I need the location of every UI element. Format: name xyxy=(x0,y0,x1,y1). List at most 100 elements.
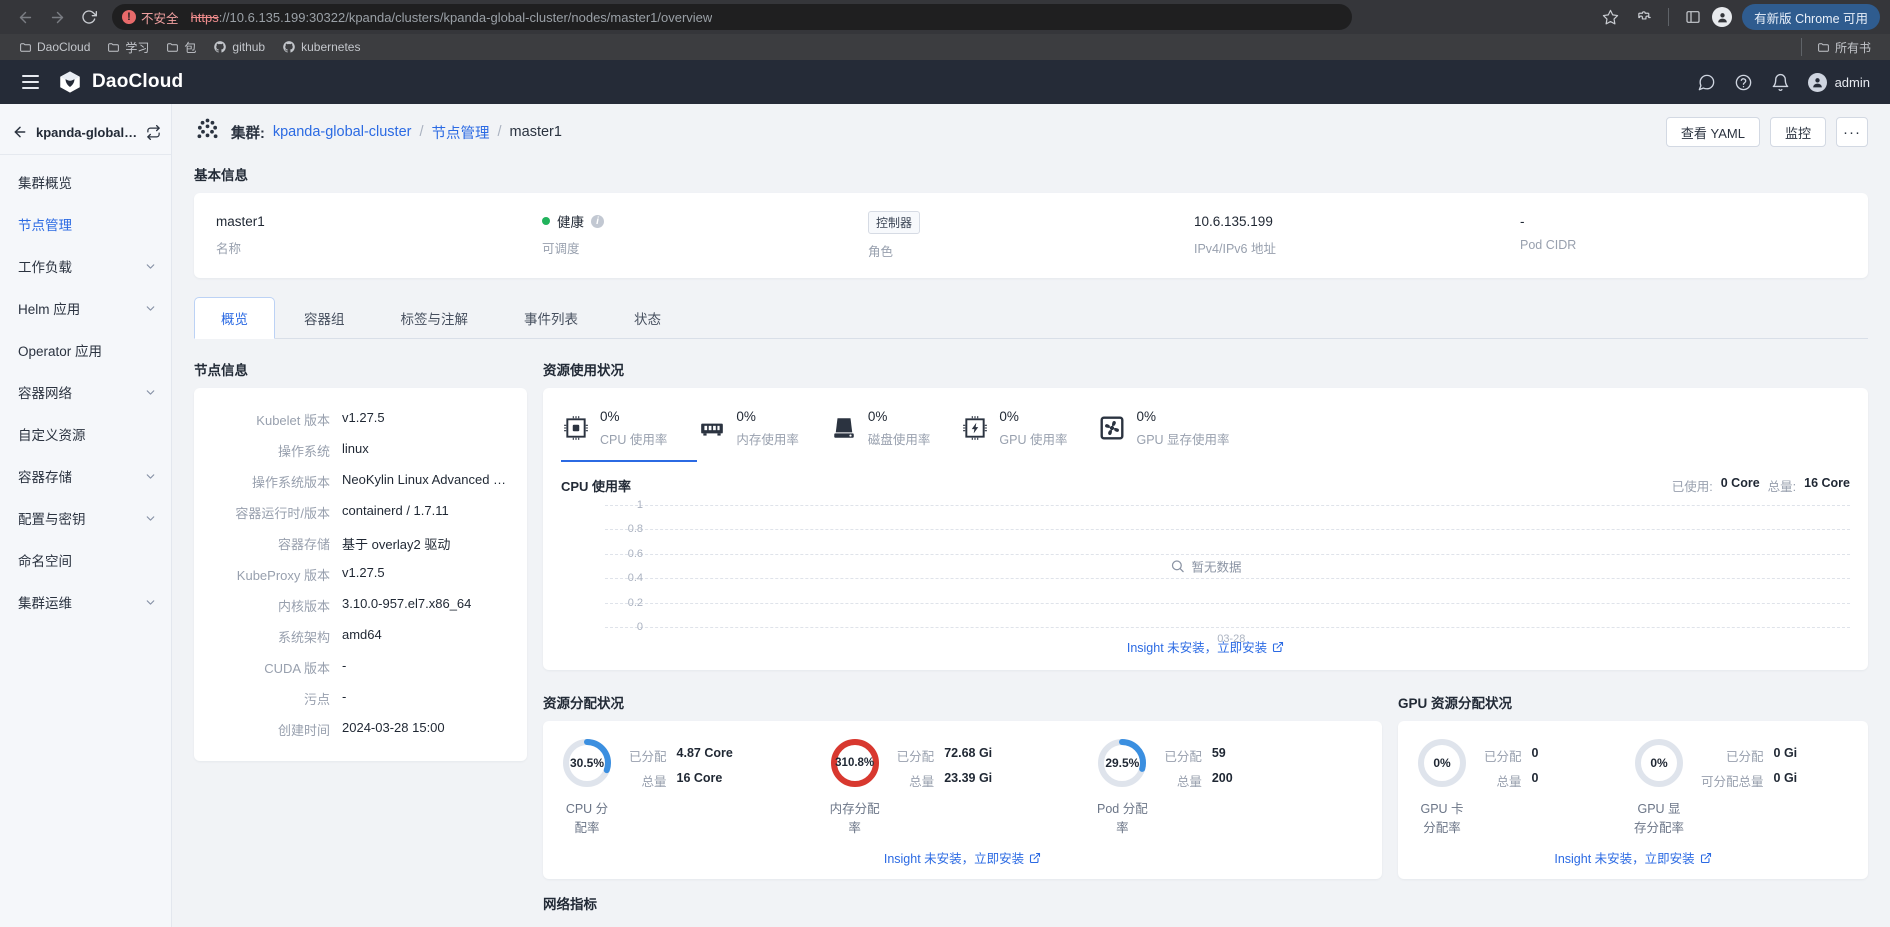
gpu-allocation-card: 0% GPU 卡分配率 已分配 0 总量 0 xyxy=(1398,721,1868,879)
gauge-gpu-memory-ring-wrap: 0% GPU 显存分配率 xyxy=(1633,737,1685,836)
gpu-insight-install-link[interactable]: Insight 未安装，立即安装 xyxy=(1554,838,1711,871)
value-val: 0 Gi xyxy=(1774,771,1798,790)
sidebar-item-operator-apps[interactable]: Operator 应用 xyxy=(0,329,171,371)
reload-icon[interactable] xyxy=(74,3,104,31)
security-status-chip[interactable]: ! 不安全 xyxy=(118,6,187,29)
tab-labels-annotations[interactable]: 标签与注解 xyxy=(374,297,496,339)
breadcrumb-cluster-link[interactable]: kpanda-global-cluster xyxy=(273,124,412,140)
side-panel-icon[interactable] xyxy=(1678,3,1708,31)
user-menu[interactable]: admin xyxy=(1808,73,1870,92)
metric-tab-cpu[interactable]: 0% CPU 使用率 xyxy=(561,402,697,462)
sidebar-item-container-network[interactable]: 容器网络 xyxy=(0,371,171,413)
brand-name: DaoCloud xyxy=(92,71,183,93)
sidebar-item-label: Operator 应用 xyxy=(18,340,102,360)
metric-label: GPU 使用率 xyxy=(999,429,1067,448)
node-info-key: 操作系统 xyxy=(194,441,330,460)
breadcrumb-prefix: 集群: xyxy=(231,122,265,143)
y-axis-tick: 0.6 xyxy=(605,548,643,560)
bookmark-item[interactable]: DaoCloud xyxy=(12,38,97,56)
metric-tab-gpu[interactable]: 0% GPU 使用率 xyxy=(960,402,1097,462)
value-val: 0 xyxy=(1532,746,1539,765)
node-info-key: 容器存储 xyxy=(194,534,330,553)
info-label: Pod CIDR xyxy=(1520,238,1846,252)
extensions-puzzle-icon[interactable] xyxy=(1629,3,1659,31)
menu-hamburger-icon[interactable] xyxy=(20,71,41,93)
metric-tab-text: 0% 内存使用率 xyxy=(736,408,799,448)
all-bookmarks-button[interactable]: 所有书 xyxy=(1810,37,1878,58)
gauge-pod-allocation: 29.5% Pod 分配率 已分配 59 总量 2 xyxy=(1096,737,1364,836)
sidebar-item-config-secrets[interactable]: 配置与密钥 xyxy=(0,497,171,539)
gpu-memory-allocation-caption: GPU 显存分配率 xyxy=(1633,798,1685,836)
tab-overview[interactable]: 概览 xyxy=(194,297,275,339)
bookmark-star-icon[interactable] xyxy=(1595,3,1625,31)
node-info-key: 系统架构 xyxy=(194,627,330,646)
metric-tab-gpu-memory[interactable]: 0% GPU 显存使用率 xyxy=(1097,402,1259,462)
sidebar-item-cluster-overview[interactable]: 集群概览 xyxy=(0,161,171,203)
node-info-value: amd64 xyxy=(342,627,382,646)
external-link-icon xyxy=(1700,852,1712,864)
gpu-card-allocation-percent: 0% xyxy=(1416,737,1468,789)
chart-header: CPU 使用率 已使用: 0 Core 总量: 16 Core xyxy=(561,476,1850,495)
allocation-gauges: 30.5% CPU 分配率 已分配 4.87 Core 总量 xyxy=(561,737,1364,836)
value-key: 总量 xyxy=(629,771,667,790)
info-field-schedulable: 健康 i 可调度 xyxy=(542,211,868,260)
gpu-card-allocation-ring: 0% xyxy=(1416,737,1468,789)
memory-allocation-ring: 310.8% xyxy=(829,737,881,789)
help-icon[interactable] xyxy=(1734,73,1753,92)
basic-info-card: master1 名称 健康 i 可调度 控制器 角色 xyxy=(194,193,1868,278)
x-axis-tick: 03-28 xyxy=(1217,633,1245,645)
back-arrow-icon[interactable] xyxy=(12,124,28,140)
sidebar-item-namespaces[interactable]: 命名空间 xyxy=(0,539,171,581)
allocation-insight-link[interactable]: Insight 未安装，立即安装 xyxy=(884,838,1041,871)
profile-avatar-icon[interactable] xyxy=(1712,7,1732,27)
monitor-button[interactable]: 监控 xyxy=(1770,117,1826,147)
bookmark-item[interactable]: 包 xyxy=(159,37,203,58)
bookmark-item[interactable]: github xyxy=(206,38,272,56)
metric-tab-memory[interactable]: 0% 内存使用率 xyxy=(697,402,829,462)
breadcrumb-section-link[interactable]: 节点管理 xyxy=(432,122,490,143)
info-tooltip-icon[interactable]: i xyxy=(591,215,604,228)
notification-bell-icon[interactable] xyxy=(1771,73,1790,92)
bookmark-item[interactable]: kubernetes xyxy=(275,38,367,56)
sidebar-cluster-switcher[interactable]: kpanda-global-cl... xyxy=(0,114,171,155)
view-yaml-button[interactable]: 查看 YAML xyxy=(1666,117,1760,147)
bookmark-item[interactable]: 学习 xyxy=(100,37,156,58)
toolbar-divider xyxy=(1668,8,1669,26)
sidebar-item-workloads[interactable]: 工作负载 xyxy=(0,245,171,287)
gauge-memory-ring-wrap: 310.8% 内存分配率 xyxy=(829,737,881,836)
more-actions-button[interactable]: ··· xyxy=(1836,117,1868,147)
metric-tab-disk[interactable]: 0% 磁盘使用率 xyxy=(829,402,961,462)
sidebar-item-node-management[interactable]: 节点管理 xyxy=(0,203,171,245)
chrome-update-button[interactable]: 有新版 Chrome 可用 xyxy=(1742,4,1880,30)
tab-events[interactable]: 事件列表 xyxy=(497,297,605,339)
y-axis-tick: 0.2 xyxy=(605,597,643,609)
forward-arrow-icon[interactable] xyxy=(42,3,72,31)
gpu-allocation-title: GPU 资源分配状况 xyxy=(1398,686,1868,721)
sidebar-item-cluster-ops[interactable]: 集群运维 xyxy=(0,581,171,623)
node-info-value: NeoKylin Linux Advanced Ser... xyxy=(342,472,509,491)
role-tag: 控制器 xyxy=(868,211,920,234)
value-val: 4.87 Core xyxy=(677,746,733,765)
tab-pods[interactable]: 容器组 xyxy=(277,297,372,339)
sidebar-item-custom-resources[interactable]: 自定义资源 xyxy=(0,413,171,455)
gpu-memory-allocation-values: 已分配 0 Gi 可分配总量 0 Gi xyxy=(1701,737,1797,790)
tab-status[interactable]: 状态 xyxy=(607,297,688,339)
sidebar-item-container-storage[interactable]: 容器存储 xyxy=(0,455,171,497)
insight-install-link[interactable]: Insight 未安装，立即安装 xyxy=(561,627,1850,660)
gauge-gpu-card-allocation: 0% GPU 卡分配率 已分配 0 总量 0 xyxy=(1416,737,1633,836)
metric-value: 0% xyxy=(736,409,756,424)
search-icon xyxy=(1169,559,1184,574)
gauge-cpu-allocation: 30.5% CPU 分配率 已分配 4.87 Core 总量 xyxy=(561,737,829,836)
address-bar[interactable]: ! 不安全 https://10.6.135.199:30322/kpanda/… xyxy=(112,4,1352,30)
used-label: 已使用: xyxy=(1672,476,1713,495)
brand-logo[interactable]: DaoCloud xyxy=(57,69,183,95)
sidebar-item-helm-apps[interactable]: Helm 应用 xyxy=(0,287,171,329)
chat-icon[interactable] xyxy=(1697,73,1716,92)
node-info-row: CUDA 版本- xyxy=(194,652,509,683)
back-arrow-icon[interactable] xyxy=(10,3,40,31)
gpu-card-allocation-caption: GPU 卡分配率 xyxy=(1416,798,1468,836)
resource-allocation-section: 资源分配状况 30.5% xyxy=(543,686,1382,879)
value-key: 已分配 xyxy=(1701,746,1764,765)
swap-cluster-icon[interactable] xyxy=(146,125,161,140)
folder-icon xyxy=(19,41,32,54)
